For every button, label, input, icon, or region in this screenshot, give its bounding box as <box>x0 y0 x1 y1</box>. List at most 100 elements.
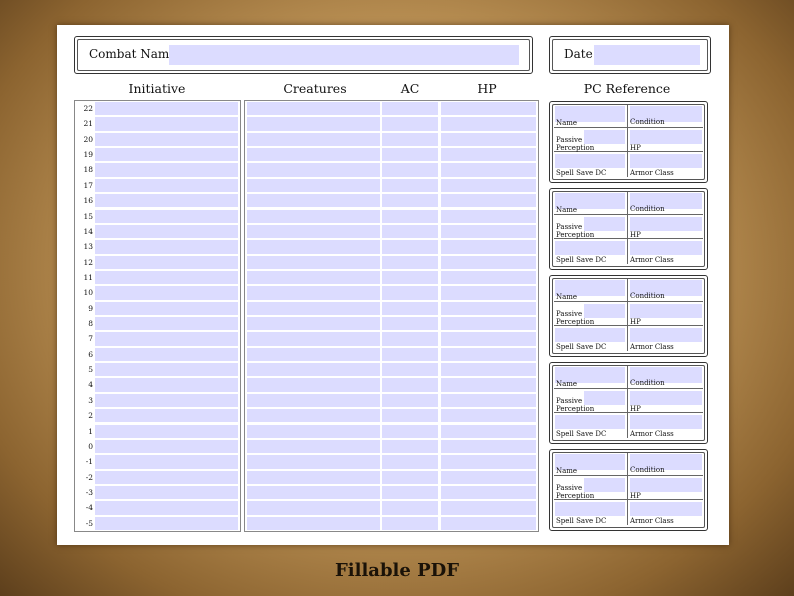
ac-field[interactable] <box>382 455 438 469</box>
pc-armor-class-field[interactable] <box>630 328 702 342</box>
creature-field[interactable] <box>247 424 380 438</box>
initiative-field[interactable] <box>95 255 238 269</box>
creature-field[interactable] <box>247 178 380 193</box>
initiative-field[interactable] <box>95 424 238 438</box>
initiative-field[interactable] <box>95 470 238 484</box>
pc-spell-save-dc-field[interactable] <box>555 241 625 255</box>
hp-field[interactable] <box>441 255 536 269</box>
initiative-field[interactable] <box>95 301 238 315</box>
ac-field[interactable] <box>382 286 438 300</box>
pc-spell-save-dc-field[interactable] <box>555 154 625 168</box>
initiative-field[interactable] <box>95 516 238 530</box>
hp-field[interactable] <box>441 102 536 116</box>
creature-field[interactable] <box>247 117 380 131</box>
hp-field[interactable] <box>441 132 536 147</box>
hp-field[interactable] <box>441 424 536 438</box>
initiative-field[interactable] <box>95 501 238 515</box>
initiative-field[interactable] <box>95 317 238 331</box>
hp-field[interactable] <box>441 194 536 208</box>
pc-armor-class-field[interactable] <box>630 241 702 255</box>
creature-field[interactable] <box>247 102 380 116</box>
ac-field[interactable] <box>382 148 438 162</box>
creature-field[interactable] <box>247 378 380 392</box>
creature-field[interactable] <box>247 363 380 377</box>
pc-spell-save-dc-field[interactable] <box>555 328 625 342</box>
creature-field[interactable] <box>247 455 380 469</box>
initiative-field[interactable] <box>95 163 238 177</box>
ac-field[interactable] <box>382 409 438 423</box>
initiative-field[interactable] <box>95 224 238 239</box>
pc-spell-save-dc-field[interactable] <box>555 502 625 516</box>
hp-field[interactable] <box>441 301 536 315</box>
hp-field[interactable] <box>441 332 536 346</box>
ac-field[interactable] <box>382 485 438 500</box>
ac-field[interactable] <box>382 317 438 331</box>
ac-field[interactable] <box>382 393 438 408</box>
hp-field[interactable] <box>441 117 536 131</box>
ac-field[interactable] <box>382 102 438 116</box>
creature-field[interactable] <box>247 132 380 147</box>
hp-field[interactable] <box>441 317 536 331</box>
creature-field[interactable] <box>247 439 380 454</box>
hp-field[interactable] <box>441 516 536 530</box>
pc-passive-perception-field[interactable] <box>584 217 625 231</box>
pc-passive-perception-field[interactable] <box>584 304 625 318</box>
creature-field[interactable] <box>247 485 380 500</box>
creature-field[interactable] <box>247 409 380 423</box>
hp-field[interactable] <box>441 148 536 162</box>
initiative-field[interactable] <box>95 332 238 346</box>
initiative-field[interactable] <box>95 117 238 131</box>
creature-field[interactable] <box>247 317 380 331</box>
ac-field[interactable] <box>382 424 438 438</box>
pc-passive-perception-field[interactable] <box>584 391 625 405</box>
hp-field[interactable] <box>441 485 536 500</box>
initiative-field[interactable] <box>95 286 238 300</box>
ac-field[interactable] <box>382 516 438 530</box>
ac-field[interactable] <box>382 470 438 484</box>
pc-passive-perception-field[interactable] <box>584 130 625 144</box>
creature-field[interactable] <box>247 224 380 239</box>
creature-field[interactable] <box>247 301 380 315</box>
hp-field[interactable] <box>441 393 536 408</box>
pc-armor-class-field[interactable] <box>630 415 702 429</box>
ac-field[interactable] <box>382 378 438 392</box>
hp-field[interactable] <box>441 378 536 392</box>
hp-field[interactable] <box>441 224 536 239</box>
creature-field[interactable] <box>247 148 380 162</box>
ac-field[interactable] <box>382 363 438 377</box>
creature-field[interactable] <box>247 501 380 515</box>
pc-passive-perception-field[interactable] <box>584 478 625 492</box>
ac-field[interactable] <box>382 224 438 239</box>
pc-hp-field[interactable] <box>630 391 702 405</box>
combat-name-field[interactable] <box>169 45 519 65</box>
ac-field[interactable] <box>382 501 438 515</box>
hp-field[interactable] <box>441 286 536 300</box>
ac-field[interactable] <box>382 163 438 177</box>
pc-hp-field[interactable] <box>630 304 702 318</box>
pc-armor-class-field[interactable] <box>630 154 702 168</box>
creature-field[interactable] <box>247 270 380 285</box>
creature-field[interactable] <box>247 332 380 346</box>
initiative-field[interactable] <box>95 409 238 423</box>
ac-field[interactable] <box>382 178 438 193</box>
creature-field[interactable] <box>247 470 380 484</box>
hp-field[interactable] <box>441 501 536 515</box>
pc-hp-field[interactable] <box>630 130 702 144</box>
creature-field[interactable] <box>247 240 380 254</box>
hp-field[interactable] <box>441 270 536 285</box>
hp-field[interactable] <box>441 347 536 362</box>
initiative-field[interactable] <box>95 270 238 285</box>
ac-field[interactable] <box>382 240 438 254</box>
ac-field[interactable] <box>382 132 438 147</box>
initiative-field[interactable] <box>95 240 238 254</box>
hp-field[interactable] <box>441 363 536 377</box>
initiative-field[interactable] <box>95 485 238 500</box>
ac-field[interactable] <box>382 194 438 208</box>
initiative-field[interactable] <box>95 378 238 392</box>
date-field[interactable] <box>594 45 700 65</box>
pc-hp-field[interactable] <box>630 478 702 492</box>
hp-field[interactable] <box>441 240 536 254</box>
pc-hp-field[interactable] <box>630 217 702 231</box>
initiative-field[interactable] <box>95 102 238 116</box>
initiative-field[interactable] <box>95 393 238 408</box>
